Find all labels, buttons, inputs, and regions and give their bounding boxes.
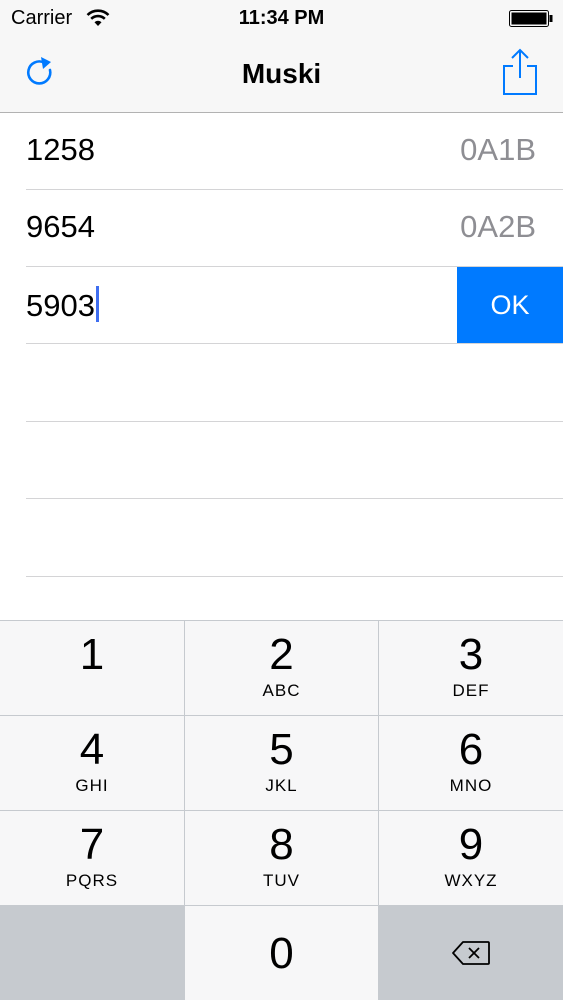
guess-input[interactable]: 5903 (26, 286, 99, 324)
key-letters: PQRS (65, 871, 119, 890)
key-digit: 7 (79, 820, 105, 869)
key-digit: 3 (458, 630, 484, 679)
guess-input-value: 5903 (26, 288, 95, 323)
guess-result: 0A2B (460, 209, 536, 244)
key-2[interactable]: 2 ABC (185, 621, 378, 715)
ok-button[interactable]: OK (457, 267, 563, 344)
key-4[interactable]: 4 GHI (0, 716, 184, 810)
number-keypad: 1 2 ABC 3 DEF 4 GHI 5 JKL 6 MNO 7 PQRS 8… (0, 620, 563, 1000)
key-3[interactable]: 3 DEF (379, 621, 563, 715)
key-1[interactable]: 1 (0, 621, 184, 715)
status-bar: Carrier 11:34 PM (0, 0, 563, 38)
key-letters: GHI (75, 776, 109, 795)
share-icon[interactable] (502, 48, 538, 96)
key-digit: 2 (269, 630, 294, 679)
key-digit: 9 (458, 820, 484, 869)
key-letters: MNO (449, 776, 493, 795)
row-divider (26, 498, 563, 499)
key-7[interactable]: 7 PQRS (0, 811, 184, 905)
empty-row (0, 500, 563, 577)
key-5[interactable]: 5 JKL (185, 716, 378, 810)
key-letters: DEF (452, 681, 490, 700)
input-row[interactable]: 5903 OK (0, 267, 563, 344)
key-6[interactable]: 6 MNO (379, 716, 563, 810)
list-item: 1258 0A1B (0, 113, 563, 190)
key-9[interactable]: 9 WXYZ (379, 811, 563, 905)
list-item: 9654 0A2B (0, 190, 563, 267)
key-digit: 5 (269, 725, 294, 774)
row-divider (26, 576, 563, 577)
text-caret (95, 286, 99, 322)
key-letters: TUV (263, 871, 300, 890)
key-digit: 4 (79, 725, 105, 774)
key-digit: 8 (269, 820, 294, 869)
key-digit: 6 (458, 725, 484, 774)
key-8[interactable]: 8 TUV (185, 811, 378, 905)
backspace-icon (452, 941, 490, 965)
key-letters: JKL (265, 776, 298, 795)
empty-row (0, 345, 563, 422)
key-letters: ABC (262, 681, 301, 700)
guess-result: 0A1B (460, 132, 536, 167)
battery-icon (509, 10, 553, 27)
key-0[interactable]: 0 (185, 906, 378, 1000)
page-title: Muski (241, 58, 322, 89)
row-divider (26, 343, 563, 344)
key-letters: WXYZ (444, 871, 498, 890)
key-digit: 0 (269, 929, 294, 978)
status-time: 11:34 PM (238, 7, 325, 29)
guess-value: 9654 (26, 209, 95, 244)
backspace-key[interactable] (379, 906, 563, 1000)
key-blank (0, 906, 184, 1000)
key-digit: 1 (79, 630, 105, 679)
navigation-bar: Muski (0, 38, 563, 113)
guess-value: 1258 (26, 132, 95, 167)
empty-row (0, 422, 563, 499)
